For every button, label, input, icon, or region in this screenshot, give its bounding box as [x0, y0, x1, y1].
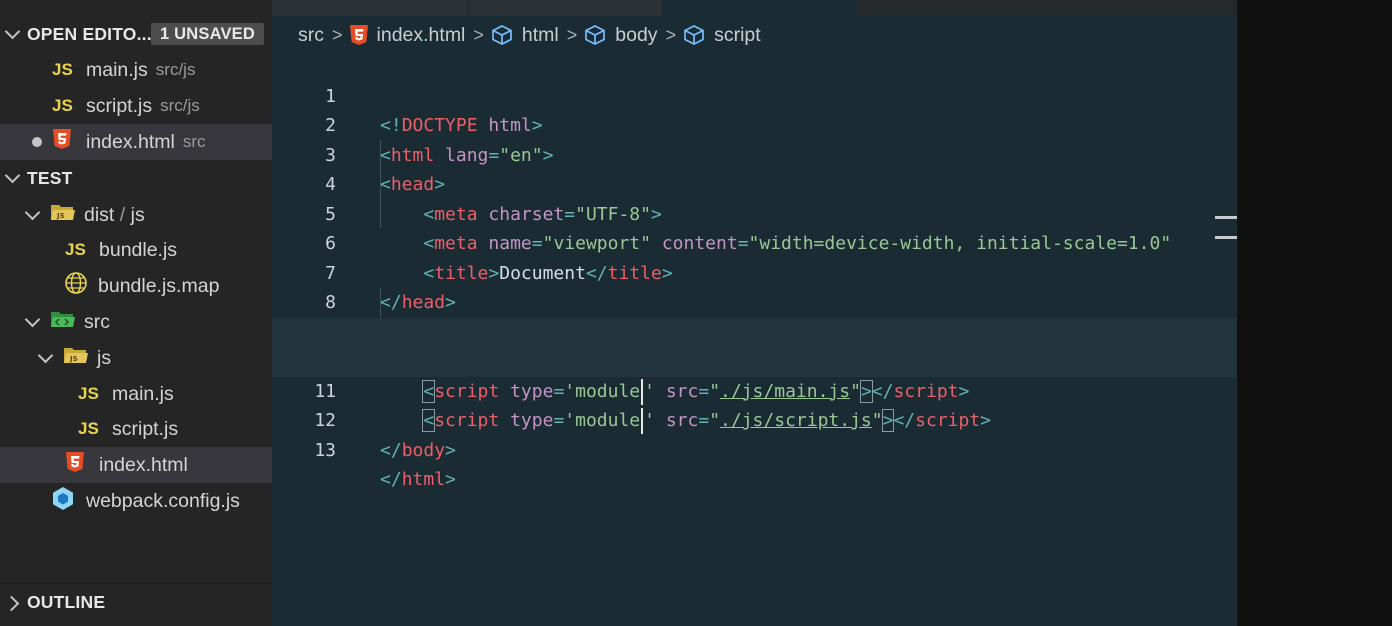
- html5-file-icon: [52, 128, 86, 156]
- open-editors-title: OPEN EDITO...: [27, 23, 152, 44]
- file-dir: src/js: [160, 96, 200, 115]
- file-dir: src: [182, 132, 206, 151]
- js-file-icon: JS: [78, 384, 99, 403]
- code-line[interactable]: 9: [272, 288, 1237, 343]
- folder-icon: JS: [50, 202, 84, 228]
- chevron-down-icon: [6, 172, 18, 184]
- tab[interactable]: [272, 0, 468, 16]
- breadcrumb-item-html[interactable]: html: [522, 24, 559, 47]
- js-file-icon: JS: [78, 419, 99, 438]
- src-folder-icon: [50, 309, 84, 335]
- file-name: index.html: [99, 453, 188, 476]
- folder-subname: js: [130, 203, 145, 226]
- code-line[interactable]: 2 <html lang="en">: [272, 82, 1237, 166]
- code-line[interactable]: 5 <meta name="viewport" content="width=d…: [272, 170, 1237, 255]
- code-line[interactable]: 12 </body>: [272, 377, 1237, 461]
- file-index-html[interactable]: index.html: [0, 447, 272, 483]
- open-editors-header[interactable]: OPEN EDITO... 1 UNSAVED: [0, 16, 272, 52]
- tab[interactable]: [468, 0, 662, 16]
- file-name: index.html: [86, 130, 175, 153]
- file-dir: src/js: [155, 60, 196, 79]
- right-panel: [1237, 0, 1392, 626]
- svg-text:JS: JS: [69, 355, 78, 363]
- path-separator: /: [114, 203, 131, 226]
- sourcemap-globe-icon: [64, 271, 98, 301]
- folder-name: js: [97, 346, 112, 369]
- file-name: bundle.js.map: [98, 274, 220, 297]
- open-editor-main-js[interactable]: JS main.js src/js: [0, 52, 272, 88]
- chevron-right-icon: [8, 597, 20, 609]
- folder-icon: JS: [63, 345, 97, 371]
- js-file-icon: JS: [52, 60, 73, 79]
- file-script-js[interactable]: JS script.js: [0, 411, 272, 447]
- file-name: script.js: [112, 417, 179, 440]
- explorer-sidebar: OPEN EDITO... 1 UNSAVED JS main.js src/j…: [0, 0, 272, 626]
- breadcrumb: src > index.html > html > body > script: [298, 22, 761, 48]
- unsaved-dot-icon[interactable]: [32, 137, 42, 147]
- js-file-icon: JS: [52, 96, 73, 115]
- workspace-title: TEST: [27, 167, 73, 188]
- file-main-js[interactable]: JS main.js: [0, 376, 272, 412]
- workspace-header[interactable]: TEST: [0, 160, 272, 196]
- code-line[interactable]: 6 <title>Document</title>: [272, 200, 1237, 284]
- svg-text:JS: JS: [56, 212, 65, 220]
- webpack-icon: [52, 486, 86, 516]
- token: html: [401, 469, 446, 490]
- tab-strip: [272, 0, 1237, 16]
- code-line[interactable]: 8 <body>: [272, 259, 1237, 343]
- tab-active[interactable]: [662, 0, 858, 16]
- folder-src-js[interactable]: JS js: [0, 340, 272, 376]
- folder-dist-js[interactable]: JS dist / js: [0, 197, 272, 233]
- chevron-down-icon: [39, 352, 51, 364]
- code-line-selected[interactable]: 11 <script type='module ' src="./js/scrip…: [272, 347, 1237, 434]
- code-line[interactable]: 7 </head>: [272, 229, 1237, 314]
- file-name: main.js: [112, 382, 174, 405]
- code-line[interactable]: 3 <head>: [272, 111, 1237, 196]
- folder-name: src: [84, 310, 110, 333]
- chevron-right-icon: >: [473, 24, 484, 45]
- code-line[interactable]: 4 <meta charset="UTF-8">: [272, 141, 1237, 225]
- folder-name: dist: [84, 203, 115, 226]
- file-name: script.js: [86, 94, 153, 117]
- code-line[interactable]: 13 </html>: [272, 406, 1237, 491]
- symbol-cube-icon: [490, 24, 514, 47]
- file-webpack-config[interactable]: webpack.config.js: [0, 483, 272, 519]
- code-editor[interactable]: src > index.html > html > body > script …: [272, 0, 1237, 626]
- chevron-right-icon: >: [332, 24, 343, 45]
- file-name: main.js: [86, 58, 148, 81]
- html5-file-icon: [65, 451, 99, 479]
- code-line[interactable]: 1 <!DOCTYPE html>: [272, 52, 1237, 137]
- breadcrumb-item-script[interactable]: script: [714, 24, 761, 47]
- symbol-cube-icon: [583, 24, 607, 47]
- html5-file-icon: [349, 24, 369, 47]
- unsaved-badge: 1 UNSAVED: [150, 23, 264, 45]
- file-name: bundle.js: [99, 238, 178, 261]
- folder-src[interactable]: src: [0, 304, 272, 340]
- code-line-selected[interactable]: 10 <script type='module' src="./js/main.…: [272, 317, 1237, 405]
- file-name: webpack.config.js: [86, 489, 240, 512]
- minimap-marker[interactable]: [1215, 216, 1237, 219]
- breadcrumb-item-body[interactable]: body: [615, 24, 657, 47]
- chevron-down-icon: [26, 316, 38, 328]
- chevron-down-icon: [26, 209, 38, 221]
- chevron-right-icon: >: [665, 24, 677, 45]
- symbol-cube-icon: [682, 24, 706, 47]
- outline-title: OUTLINE: [27, 592, 106, 612]
- minimap-marker[interactable]: [1215, 236, 1237, 239]
- outline-header[interactable]: OUTLINE: [0, 583, 272, 621]
- chevron-right-icon: >: [566, 24, 578, 45]
- chevron-down-icon: [6, 28, 18, 40]
- open-editor-index-html[interactable]: index.html src: [0, 124, 272, 160]
- file-bundle-js[interactable]: JS bundle.js: [0, 232, 272, 268]
- file-bundle-js-map[interactable]: bundle.js.map: [0, 268, 272, 304]
- line-number: 13: [314, 439, 336, 461]
- breadcrumb-item-src[interactable]: src: [298, 24, 324, 47]
- js-file-icon: JS: [65, 240, 86, 259]
- token: body: [401, 439, 446, 461]
- breadcrumb-item-file[interactable]: index.html: [377, 24, 466, 47]
- open-editor-script-js[interactable]: JS script.js src/js: [0, 88, 272, 124]
